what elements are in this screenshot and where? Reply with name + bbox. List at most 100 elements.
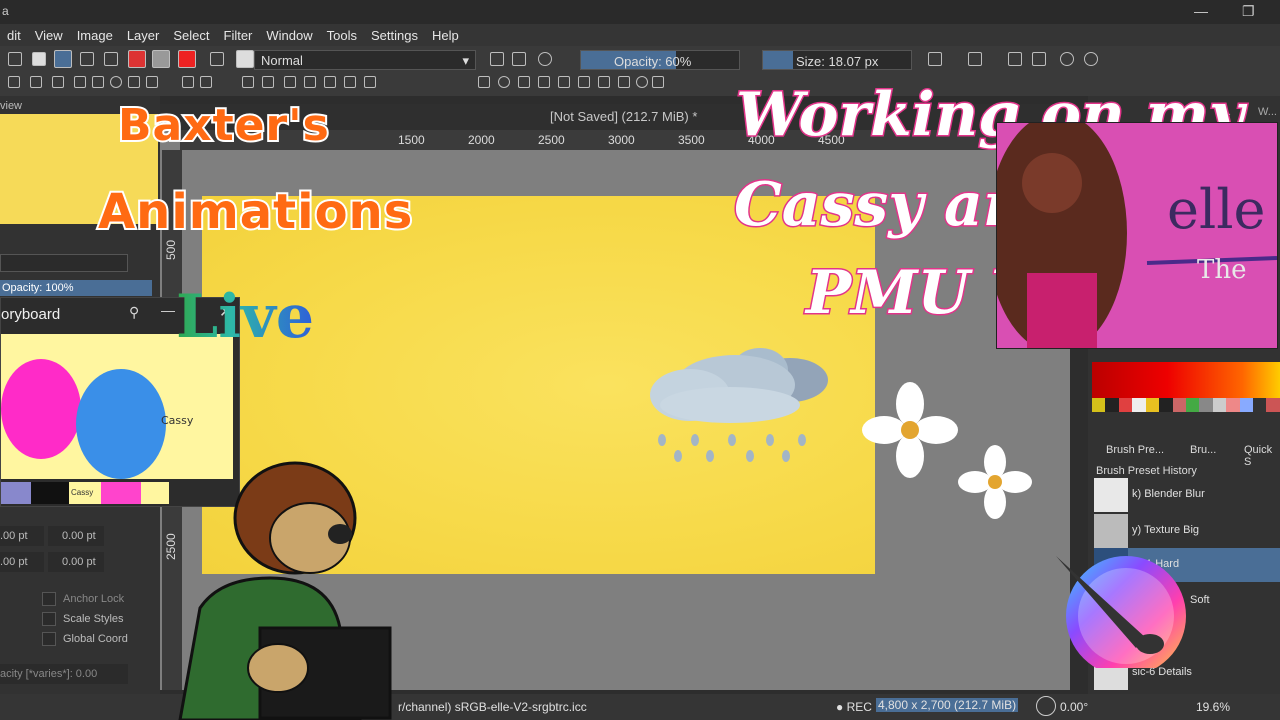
bezier-select-icon[interactable] xyxy=(598,76,610,88)
mirror-vertical-icon[interactable] xyxy=(968,52,982,66)
color-swatch[interactable] xyxy=(1118,398,1133,412)
pan-tool-icon[interactable] xyxy=(652,76,664,88)
polygon-tool-icon[interactable] xyxy=(128,76,140,88)
menu-edit[interactable]: dit xyxy=(0,28,28,43)
gradient-icon[interactable] xyxy=(32,52,46,66)
gradient-tool-icon[interactable] xyxy=(304,76,316,88)
colorize-mask-icon[interactable] xyxy=(344,76,356,88)
color-swatches[interactable] xyxy=(1092,398,1280,412)
similar-select-icon[interactable] xyxy=(578,76,590,88)
select-shapes-icon[interactable] xyxy=(8,76,20,88)
thumb-3[interactable] xyxy=(101,482,141,504)
freehand-select-icon[interactable] xyxy=(538,76,550,88)
color-swatch[interactable] xyxy=(1226,398,1240,412)
menu-layer[interactable]: Layer xyxy=(120,28,167,43)
tab-quick-settings[interactable]: Quick S xyxy=(1244,444,1280,468)
color-swatch[interactable] xyxy=(1253,398,1267,412)
crop-tool-icon[interactable] xyxy=(284,76,296,88)
polygon-select-icon[interactable] xyxy=(518,76,530,88)
refresh-icon[interactable] xyxy=(538,52,552,66)
color-swatch[interactable] xyxy=(1266,398,1280,412)
maximize-button[interactable]: ❐ xyxy=(1242,3,1255,20)
storyboard-thumbnail-strip[interactable]: Cassy xyxy=(1,482,169,504)
layer-opacity-field[interactable]: acity [*varies*]: 0.00 xyxy=(0,664,128,684)
color-sampler-icon[interactable] xyxy=(324,76,336,88)
brush-settings-icon[interactable] xyxy=(80,52,94,66)
reload-icon[interactable] xyxy=(104,52,118,66)
menu-window[interactable]: Window xyxy=(259,28,319,43)
color-swatch[interactable] xyxy=(1172,398,1186,412)
background-color-icon[interactable] xyxy=(152,50,170,68)
color-swatch[interactable] xyxy=(1132,398,1146,412)
ellipse-select-icon[interactable] xyxy=(498,76,510,88)
color-swatch[interactable] xyxy=(1105,398,1119,412)
layer-opacity-slider[interactable]: Opacity: 100% xyxy=(0,280,152,296)
minimize-button[interactable]: — xyxy=(1194,3,1208,19)
bezier-tool-icon[interactable] xyxy=(182,76,194,88)
menu-view[interactable]: View xyxy=(28,28,70,43)
brush-editor-icon[interactable] xyxy=(54,50,72,68)
edit-brush-icon[interactable] xyxy=(236,50,254,68)
transform-tool-icon[interactable] xyxy=(242,76,254,88)
line-tool-icon[interactable] xyxy=(74,76,86,88)
magnetic-select-icon[interactable] xyxy=(618,76,630,88)
brush-history-item[interactable]: y) Texture Big xyxy=(1094,514,1280,548)
ellipse-tool-icon[interactable] xyxy=(110,76,122,88)
dock-tab-w[interactable]: W... xyxy=(1258,106,1277,118)
anchor-lock-checkbox[interactable] xyxy=(42,592,56,606)
freehand-path-icon[interactable] xyxy=(200,76,212,88)
fill-tool-icon[interactable] xyxy=(364,76,376,88)
menu-help[interactable]: Help xyxy=(425,28,466,43)
undo-icon[interactable] xyxy=(1060,52,1074,66)
brush-presets-icon[interactable] xyxy=(210,52,224,66)
tab-brush-presets[interactable]: Brush Pre... xyxy=(1106,444,1164,456)
rect-select-icon[interactable] xyxy=(478,76,490,88)
menu-image[interactable]: Image xyxy=(70,28,120,43)
blend-mode-select[interactable]: Normal ▾ xyxy=(254,50,476,70)
minimize-icon[interactable]: — xyxy=(161,302,175,318)
layer-blend-select[interactable] xyxy=(0,254,128,272)
alpha-lock-icon[interactable] xyxy=(512,52,526,66)
pin-icon[interactable]: ⚲ xyxy=(129,304,139,321)
tab-brush[interactable]: Bru... xyxy=(1190,444,1216,456)
color-swatch[interactable] xyxy=(1159,398,1173,412)
menu-select[interactable]: Select xyxy=(166,28,216,43)
move-tool-icon[interactable] xyxy=(262,76,274,88)
opacity-slider[interactable]: Opacity: 60% xyxy=(580,50,740,70)
menu-settings[interactable]: Settings xyxy=(364,28,425,43)
color-swatch[interactable] xyxy=(1239,398,1254,412)
redo-icon[interactable] xyxy=(1084,52,1098,66)
save-icon[interactable] xyxy=(8,52,22,66)
color-swatch[interactable] xyxy=(1185,398,1200,412)
thumb-1[interactable] xyxy=(1,482,31,504)
document-tab-title[interactable]: [Not Saved] (212.7 MiB) * xyxy=(550,109,697,124)
size-slider[interactable]: Size: 18.07 px xyxy=(762,50,912,70)
text-tool-icon[interactable] xyxy=(30,76,42,88)
rotation-icon[interactable] xyxy=(1036,696,1056,716)
wrap-icon[interactable] xyxy=(1032,52,1046,66)
global-coord-checkbox[interactable] xyxy=(42,632,56,646)
color-swatch[interactable] xyxy=(1092,398,1106,412)
pt-field-2[interactable]: 0.00 pt xyxy=(48,526,104,546)
pt-field-3[interactable]: .00 pt xyxy=(0,552,44,572)
rec-indicator[interactable]: ● REC xyxy=(836,700,872,714)
pt-field-1[interactable]: .00 pt xyxy=(0,526,44,546)
polyline-tool-icon[interactable] xyxy=(146,76,158,88)
color-swatch[interactable] xyxy=(1199,398,1213,412)
menu-tools[interactable]: Tools xyxy=(320,28,364,43)
foreground-color-icon[interactable] xyxy=(128,50,146,68)
pt-field-4[interactable]: 0.00 pt xyxy=(48,552,104,572)
mirror-horizontal-icon[interactable] xyxy=(928,52,942,66)
crop-icon[interactable] xyxy=(1008,52,1022,66)
zoom-tool-icon[interactable] xyxy=(636,76,648,88)
brush-history-item[interactable]: k) Blender Blur xyxy=(1094,478,1280,512)
contiguous-select-icon[interactable] xyxy=(558,76,570,88)
eraser-icon[interactable] xyxy=(490,52,504,66)
rectangle-tool-icon[interactable] xyxy=(92,76,104,88)
thumb-2[interactable] xyxy=(31,482,69,504)
color-swatch[interactable] xyxy=(1145,398,1160,412)
color-swatch[interactable] xyxy=(1212,398,1227,412)
menu-filter[interactable]: Filter xyxy=(217,28,260,43)
swap-colors-icon[interactable] xyxy=(178,50,196,68)
freehand-brush-icon[interactable] xyxy=(52,76,64,88)
